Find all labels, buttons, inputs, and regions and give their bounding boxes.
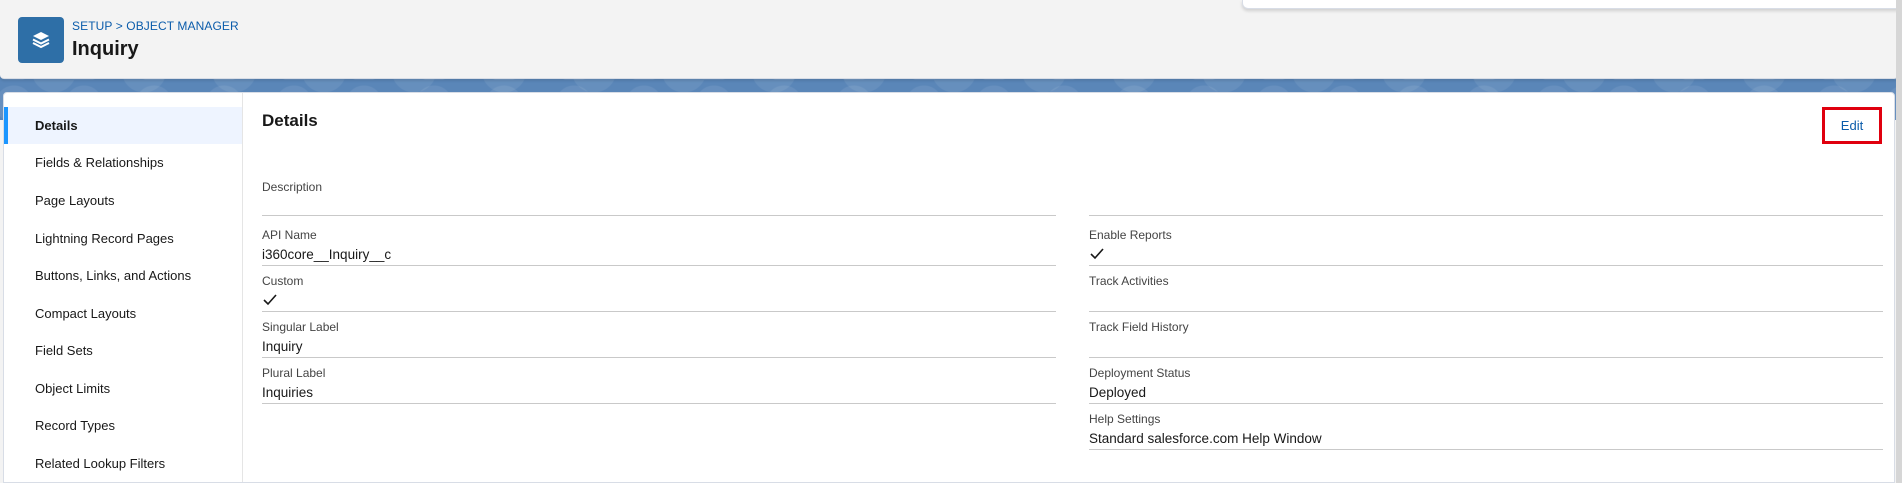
field-label: API Name	[262, 228, 317, 242]
field-value: Inquiries	[262, 385, 314, 400]
field-plural-label: Plural Label Inquiries	[262, 366, 1056, 404]
object-manager-sidebar: Details Fields & Relationships Page Layo…	[4, 93, 243, 482]
sidebar-item-label: Compact Layouts	[35, 306, 137, 321]
sidebar-item-label: Page Layouts	[35, 193, 115, 208]
sidebar-item-label: Object Limits	[35, 381, 111, 396]
sidebar-item-details[interactable]: Details	[4, 107, 242, 144]
breadcrumb[interactable]: SETUP > OBJECT MANAGER	[72, 19, 239, 33]
field-label: Description	[262, 180, 323, 194]
scrollbar[interactable]	[1896, 0, 1902, 483]
sidebar-item-record-types[interactable]: Record Types	[4, 407, 242, 444]
checkmark-icon	[263, 294, 277, 306]
field-description: Description	[262, 180, 1056, 216]
field-value: Inquiry	[262, 339, 303, 354]
sidebar-item-buttons-links-actions[interactable]: Buttons, Links, and Actions	[4, 257, 242, 294]
sidebar-item-label: Lightning Record Pages	[35, 231, 174, 246]
field-value: i360core__Inquiry__c	[262, 247, 392, 262]
sidebar-item-label: Field Sets	[35, 343, 93, 358]
sidebar-item-label: Buttons, Links, and Actions	[35, 268, 192, 283]
sidebar-item-field-sets[interactable]: Field Sets	[4, 332, 242, 369]
sidebar-item-compact-layouts[interactable]: Compact Layouts	[4, 295, 242, 332]
field-custom: Custom	[262, 274, 1056, 312]
sidebar-item-label: Record Types	[35, 418, 115, 433]
field-label: Deployment Status	[1089, 366, 1191, 380]
sidebar-item-fields-relationships[interactable]: Fields & Relationships	[4, 144, 242, 181]
field-label: Enable Reports	[1089, 228, 1172, 242]
field-value: Standard salesforce.com Help Window	[1089, 431, 1322, 446]
page-title: Inquiry	[72, 38, 139, 60]
field-api-name: API Name i360core__Inquiry__c	[262, 228, 1056, 266]
field-singular-label: Singular Label Inquiry	[262, 320, 1056, 358]
field-deployment-status: Deployment Status Deployed	[1089, 366, 1883, 404]
section-title: Details	[262, 111, 318, 130]
field-track-activities: Track Activities	[1089, 274, 1883, 312]
field-track-field-history: Track Field History	[1089, 320, 1883, 358]
sidebar-item-label: Related Lookup Filters	[35, 456, 166, 471]
field-label: Custom	[262, 274, 304, 288]
sidebar-item-label: Fields & Relationships	[35, 155, 164, 170]
page-header: SETUP > OBJECT MANAGER Inquiry	[0, 0, 1898, 79]
sidebar-item-object-limits[interactable]: Object Limits	[4, 370, 242, 407]
field-value: Deployed	[1089, 385, 1147, 400]
floating-panel-edge	[1242, 0, 1902, 9]
field-help-settings: Help Settings Standard salesforce.com He…	[1089, 412, 1883, 450]
details-content: Details Edit Description API Name i360co…	[244, 93, 1894, 482]
field-label: Track Field History	[1089, 320, 1189, 334]
field-label: Plural Label	[262, 366, 326, 380]
sidebar-item-label: Details	[35, 118, 78, 133]
object-detail-card: Details Fields & Relationships Page Layo…	[3, 92, 1895, 483]
field-label: Help Settings	[1089, 412, 1161, 426]
field-label: Singular Label	[262, 320, 339, 334]
layers-icon	[18, 17, 64, 63]
field-label: Track Activities	[1089, 274, 1169, 288]
field-blank	[1089, 180, 1883, 216]
field-enable-reports: Enable Reports	[1089, 228, 1883, 266]
sidebar-item-related-lookup-filters[interactable]: Related Lookup Filters	[4, 445, 242, 482]
sidebar-item-lightning-record-pages[interactable]: Lightning Record Pages	[4, 220, 242, 257]
edit-button[interactable]: Edit	[1822, 107, 1882, 144]
checkmark-icon	[1090, 248, 1104, 260]
sidebar-item-page-layouts[interactable]: Page Layouts	[4, 182, 242, 219]
